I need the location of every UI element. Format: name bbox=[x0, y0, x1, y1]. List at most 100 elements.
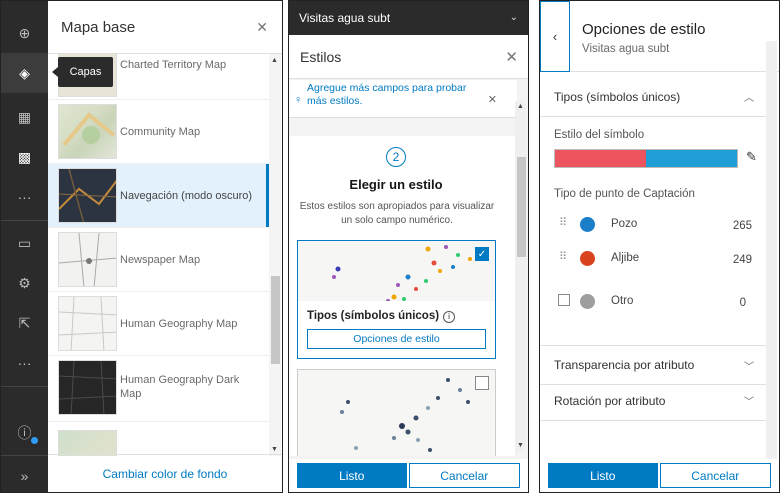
ramp-segment bbox=[555, 150, 646, 167]
scrollbar[interactable]: ▲ ▼ bbox=[515, 101, 526, 451]
basemap-item[interactable]: Human Geography Dark Map bbox=[48, 356, 269, 422]
basemap-item[interactable]: Human Geography Map bbox=[48, 292, 269, 356]
basemap-thumbnail bbox=[58, 232, 117, 287]
pencil-icon[interactable]: ✎ bbox=[746, 149, 757, 165]
basemap-item-selected[interactable]: Navegación (modo oscuro) bbox=[48, 164, 269, 228]
basemap-thumbnail bbox=[58, 360, 117, 415]
notice-text: Agregue más campos para probar más estil… bbox=[307, 82, 467, 107]
dismiss-icon[interactable]: ✕ bbox=[488, 93, 497, 106]
notice-banner: ♀ Agregue más campos para probar más est… bbox=[289, 80, 517, 118]
step-number: 2 bbox=[386, 147, 406, 167]
basemap-item[interactable] bbox=[48, 422, 269, 456]
panel-header: Estilos ✕ bbox=[289, 35, 528, 79]
water-drop-icon bbox=[580, 217, 595, 232]
cancel-button[interactable]: Cancelar bbox=[659, 463, 771, 488]
layer-selector[interactable]: Visitas agua subt ⌄ bbox=[289, 1, 528, 35]
scroll-up-icon[interactable]: ▲ bbox=[271, 57, 278, 64]
close-icon[interactable]: ✕ bbox=[505, 48, 518, 66]
basemap-gallery-icon[interactable]: ▩ bbox=[1, 137, 48, 177]
info-icon[interactable]: ⓘ bbox=[1, 413, 48, 453]
chevron-up-icon[interactable]: ︿ bbox=[744, 89, 754, 104]
back-button[interactable]: ‹ bbox=[540, 1, 570, 72]
styles-panel: Visitas agua subt ⌄ Estilos ✕ ♀ Agregue … bbox=[288, 0, 529, 493]
tooltip: Capas bbox=[52, 57, 113, 87]
change-background-link[interactable]: Cambiar color de fondo bbox=[48, 454, 282, 492]
add-icon[interactable]: ⊕ bbox=[1, 13, 48, 53]
close-icon[interactable]: ✕ bbox=[256, 19, 268, 36]
category-row-other[interactable]: Otro 0 bbox=[554, 292, 766, 314]
symbol-style-label: Estilo del símbolo bbox=[554, 129, 645, 141]
done-button[interactable]: Listo bbox=[297, 463, 407, 488]
style-preview bbox=[298, 370, 495, 456]
style-card-location[interactable] bbox=[297, 369, 496, 456]
drag-handle-icon[interactable]: ⠿ bbox=[559, 250, 567, 263]
folder-icon[interactable]: ▭ bbox=[1, 223, 48, 263]
color-ramp[interactable] bbox=[554, 149, 738, 168]
scrollbar-thumb[interactable] bbox=[271, 276, 280, 364]
panel-header: Mapa base ✕ bbox=[48, 1, 282, 54]
lightbulb-icon: ♀ bbox=[294, 94, 303, 106]
style-preview: ✓ bbox=[298, 241, 495, 301]
more-icon[interactable]: ··· bbox=[1, 343, 48, 383]
scroll-down-icon[interactable]: ▼ bbox=[517, 442, 524, 449]
step-description: Estos estilos son apropiados para visual… bbox=[299, 201, 495, 226]
category-name: Pozo bbox=[611, 218, 638, 230]
settings-icon[interactable]: ⚙ bbox=[1, 263, 48, 303]
section-types[interactable]: Tipos (símbolos únicos) ︿ bbox=[540, 77, 766, 117]
checkbox-checked[interactable]: ✓ bbox=[475, 247, 489, 261]
action-bar: Listo Cancelar bbox=[289, 459, 528, 492]
basemap-thumbnail bbox=[58, 430, 117, 456]
step-title: Elegir un estilo bbox=[349, 177, 443, 192]
style-options-button[interactable]: Opciones de estilo bbox=[307, 329, 486, 349]
checkbox[interactable] bbox=[558, 294, 570, 306]
category-row[interactable]: ⠿ Aljibe 249 bbox=[554, 249, 766, 271]
styles-content: 2 Elegir un estilo Estos estilos son apr… bbox=[289, 136, 515, 456]
layers-icon[interactable]: ◈ bbox=[1, 53, 48, 93]
basemap-list: Charted Territory Map Community Map Nave… bbox=[48, 54, 269, 456]
style-card-title: Tipos (símbolos únicos) i bbox=[298, 301, 495, 329]
ramp-segment bbox=[646, 150, 737, 167]
basemap-label: Human Geography Dark Map bbox=[120, 374, 240, 400]
more-icon[interactable]: ··· bbox=[1, 177, 48, 217]
info-icon[interactable]: i bbox=[443, 311, 456, 323]
chevron-down-icon[interactable]: ﹀ bbox=[744, 358, 754, 373]
action-bar: Listo Cancelar bbox=[540, 459, 779, 492]
basemap-thumbnail bbox=[58, 296, 117, 351]
basemap-item[interactable]: Community Map bbox=[48, 100, 269, 164]
basemap-label: Charted Territory Map bbox=[120, 59, 227, 71]
category-row[interactable]: ⠿ Pozo 265 bbox=[554, 215, 766, 237]
share-icon[interactable]: ⇱ bbox=[1, 303, 48, 343]
section-transparency[interactable]: Transparencia por atributo ﹀ bbox=[540, 345, 766, 385]
style-options-content: Tipos (símbolos únicos) ︿ Estilo del sím… bbox=[540, 73, 766, 461]
category-name: Aljibe bbox=[611, 252, 640, 264]
basemap-label: Navegación (modo oscuro) bbox=[120, 190, 253, 202]
basemap-item[interactable]: Newspaper Map bbox=[48, 228, 269, 292]
drag-handle-icon[interactable]: ⠿ bbox=[559, 216, 567, 229]
chevron-down-icon[interactable]: ⌄ bbox=[510, 12, 518, 23]
chevron-left-icon: ‹ bbox=[552, 29, 558, 44]
panel-subtitle: Visitas agua subt bbox=[582, 43, 670, 55]
table-icon[interactable]: ▦ bbox=[1, 97, 48, 137]
basemap-thumbnail bbox=[58, 104, 117, 159]
scrollbar[interactable] bbox=[766, 41, 777, 461]
cancel-button[interactable]: Cancelar bbox=[408, 463, 520, 488]
checkbox[interactable] bbox=[475, 376, 489, 390]
panel-title: Mapa base bbox=[61, 18, 136, 36]
scrollbar-thumb[interactable] bbox=[517, 157, 526, 257]
section-title: Rotación por atributo bbox=[554, 393, 666, 408]
step-indicator: 2 bbox=[289, 146, 503, 167]
chevron-down-icon[interactable]: ﹀ bbox=[744, 393, 754, 408]
scroll-down-icon[interactable]: ▼ bbox=[271, 446, 278, 453]
section-title: Tipos (símbolos únicos) bbox=[554, 89, 681, 104]
field-label: Tipo de punto de Captación bbox=[554, 188, 695, 200]
style-card-types[interactable]: ✓ Tipos (símbolos únicos) i Opciones de e… bbox=[297, 240, 496, 359]
scrollbar[interactable]: ▲ ▼ bbox=[269, 54, 281, 456]
panel-header: ‹ Opciones de estilo Visitas agua subt bbox=[540, 1, 779, 72]
category-count: 249 bbox=[732, 254, 752, 266]
scroll-up-icon[interactable]: ▲ bbox=[517, 103, 524, 110]
category-count: 0 bbox=[739, 297, 746, 309]
basemap-thumbnail bbox=[58, 168, 117, 223]
expand-icon[interactable]: » bbox=[1, 456, 48, 492]
done-button[interactable]: Listo bbox=[548, 463, 658, 488]
section-rotation[interactable]: Rotación por atributo ﹀ bbox=[540, 381, 766, 421]
